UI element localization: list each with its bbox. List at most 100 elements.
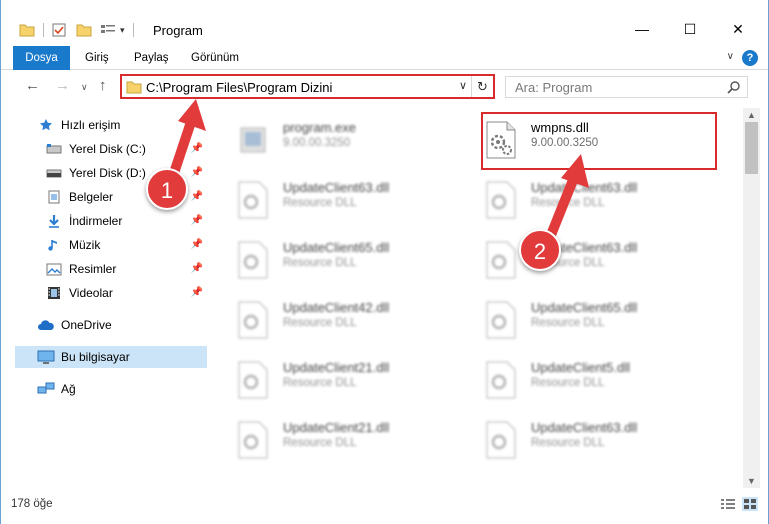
computer-icon: [37, 349, 55, 365]
sidebar-item-label: Bu bilgisayar: [61, 350, 130, 364]
folder-icon[interactable]: [19, 23, 35, 37]
tab-home[interactable]: Giriş: [85, 46, 109, 70]
toolbar-separator: [43, 23, 44, 37]
dll-file-icon: [486, 361, 516, 399]
sidebar-item-onedrive[interactable]: OneDrive: [15, 314, 207, 336]
dll-file-icon: [486, 301, 516, 339]
back-arrow-icon[interactable]: ←: [25, 77, 40, 94]
file-name: UpdateClient21.dll: [283, 420, 390, 435]
sidebar-item-pictures[interactable]: Resimler 📌: [15, 258, 207, 280]
address-path: C:\Program Files\Program Dizini: [146, 80, 333, 95]
tab-view[interactable]: Görünüm: [191, 46, 239, 70]
file-description: Resource DLL: [283, 257, 357, 269]
dll-file-icon: [238, 301, 268, 339]
sidebar-item-label: Yerel Disk (D:): [69, 166, 146, 180]
list-view-icon[interactable]: [100, 23, 116, 37]
scroll-up-icon[interactable]: ▲: [747, 110, 756, 120]
file-description: Resource DLL: [531, 437, 605, 449]
status-bar: 178 öğe: [1, 494, 768, 516]
tab-share[interactable]: Paylaş: [134, 46, 169, 70]
sidebar-item-label: Yerel Disk (C:): [69, 142, 146, 156]
title-bar: ▾ Program — ☐ ✕: [1, 0, 768, 44]
sidebar-item-label: Videolar: [69, 286, 113, 300]
dll-file-icon: [238, 421, 268, 459]
minimize-button[interactable]: —: [619, 14, 665, 44]
download-icon: [45, 213, 63, 229]
pictures-icon: [45, 261, 63, 277]
documents-icon: [45, 189, 63, 205]
file-name: UpdateClient65.dll: [283, 240, 390, 255]
sidebar-item-this-pc[interactable]: Bu bilgisayar: [15, 346, 207, 368]
recent-locations-icon[interactable]: ∨: [81, 82, 88, 93]
dll-file-icon: [486, 181, 516, 219]
large-icons-view-icon[interactable]: [742, 497, 758, 511]
file-description: Resource DLL: [283, 197, 357, 209]
tab-file[interactable]: Dosya: [13, 46, 70, 70]
drive-icon: [45, 165, 63, 181]
file-item[interactable]: program.exe 9.00.00.3250: [211, 112, 441, 168]
details-view-icon[interactable]: [720, 497, 736, 511]
dll-file-icon: [486, 421, 516, 459]
file-name: UpdateClient42.dll: [283, 300, 390, 315]
file-item[interactable]: UpdateClient65.dll Resource DLL: [211, 232, 441, 288]
file-name: UpdateClient63.dll: [283, 180, 390, 195]
sidebar-item-downloads[interactable]: İndirmeler 📌: [15, 210, 207, 232]
file-item[interactable]: UpdateClient63.dll Resource DLL: [459, 412, 689, 468]
sidebar-item-music[interactable]: Müzik 📌: [15, 234, 207, 256]
pin-icon[interactable]: 📌: [191, 215, 203, 226]
scrollbar-thumb[interactable]: [745, 122, 758, 174]
scroll-down-icon[interactable]: ▼: [747, 476, 756, 486]
sidebar-item-label: Ağ: [61, 382, 76, 396]
address-dropdown-icon[interactable]: ∨: [459, 79, 467, 92]
help-icon[interactable]: ?: [742, 50, 758, 66]
annotation-marker-2: 2: [519, 229, 561, 271]
search-icon[interactable]: [727, 80, 741, 94]
navigation-bar: ← → ∨ ↑ C:\Program Files\Program Dizini …: [1, 72, 768, 102]
file-description: Resource DLL: [283, 317, 357, 329]
sidebar-item-label: Müzik: [69, 238, 101, 252]
file-item[interactable]: UpdateClient21.dll Resource DLL: [211, 352, 441, 408]
file-item[interactable]: UpdateClient65.dll Resource DLL: [459, 292, 689, 348]
drive-icon: [45, 141, 63, 157]
sidebar-item-videos[interactable]: Videolar 📌: [15, 282, 207, 304]
star-icon: [37, 117, 55, 133]
file-item[interactable]: UpdateClient21.dll Resource DLL: [211, 412, 441, 468]
exe-file-icon: [240, 127, 266, 153]
file-item[interactable]: UpdateClient42.dll Resource DLL: [211, 292, 441, 348]
annotation-marker-1: 1: [146, 168, 188, 210]
vertical-scrollbar[interactable]: ▲ ▼: [743, 108, 760, 488]
file-name: UpdateClient5.dll: [531, 360, 631, 375]
sidebar-item-label: OneDrive: [61, 318, 112, 332]
dll-file-icon: [238, 361, 268, 399]
quick-access-toolbar: ▾: [19, 21, 142, 39]
file-description: Resource DLL: [283, 377, 357, 389]
sidebar-item-network[interactable]: Ağ: [15, 378, 207, 400]
explorer-window: ▾ Program — ☐ ✕ Dosya Giriş Paylaş Görün…: [0, 0, 769, 524]
sidebar-item-label: Resimler: [69, 262, 117, 276]
dll-file-icon: [486, 241, 516, 279]
ribbon-tabs: Dosya Giriş Paylaş Görünüm ∨ ?: [1, 46, 768, 70]
pin-icon[interactable]: 📌: [191, 239, 203, 250]
file-item[interactable]: UpdateClient63.dll Resource DLL: [211, 172, 441, 228]
file-description: Resource DLL: [283, 437, 357, 449]
file-version: 9.00.00.3250: [283, 137, 351, 149]
expand-ribbon-icon[interactable]: ∨: [727, 51, 734, 62]
pin-icon[interactable]: 📌: [191, 263, 203, 274]
pin-icon[interactable]: 📌: [191, 287, 203, 298]
new-folder-icon[interactable]: [76, 23, 92, 37]
folder-icon: [126, 81, 142, 94]
refresh-icon[interactable]: ↻: [471, 76, 493, 97]
file-name: UpdateClient63.dll: [531, 420, 638, 435]
file-item[interactable]: UpdateClient5.dll Resource DLL: [459, 352, 689, 408]
file-description: Resource DLL: [531, 377, 605, 389]
music-icon: [45, 237, 63, 253]
maximize-button[interactable]: ☐: [667, 14, 713, 44]
video-icon: [45, 285, 63, 301]
search-input[interactable]: Ara: Program: [505, 76, 748, 98]
properties-icon[interactable]: [52, 23, 66, 37]
customize-toolbar-dropdown-icon[interactable]: ▾: [120, 25, 125, 36]
up-arrow-icon[interactable]: ↑: [99, 77, 107, 94]
close-button[interactable]: ✕: [715, 14, 761, 44]
file-list: program.exe 9.00.00.3250 wmpns.dll 9.00.…: [211, 108, 744, 488]
forward-arrow-icon[interactable]: →: [55, 77, 70, 94]
